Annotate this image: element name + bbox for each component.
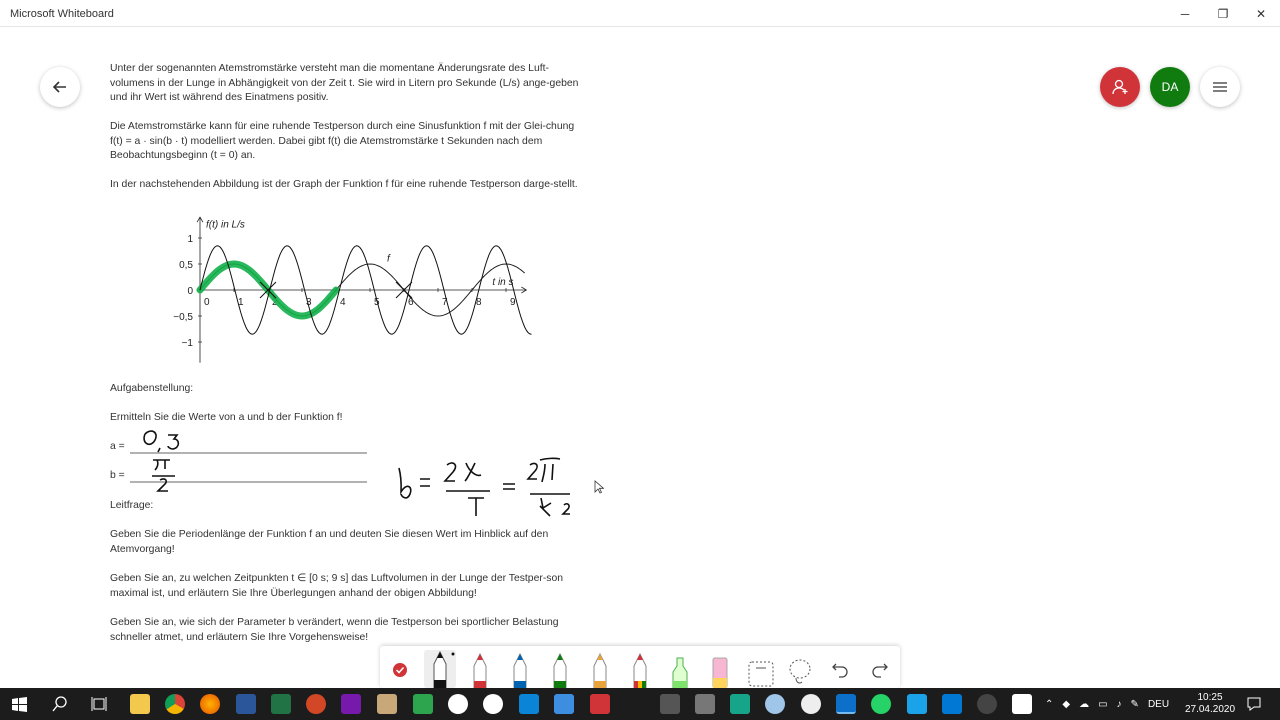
xbox-icon[interactable] <box>801 694 821 714</box>
file-explorer-icon[interactable] <box>130 694 150 714</box>
network-icon[interactable]: ▭ <box>1098 699 1107 710</box>
y-tick-label: 0 <box>187 286 193 297</box>
whiteboard-taskbar-icon[interactable] <box>836 694 856 714</box>
whatsapp-icon[interactable] <box>871 694 891 714</box>
rainbow-pen-tool[interactable] <box>624 650 656 689</box>
word-icon[interactable] <box>236 694 256 714</box>
y-axis-label: f(t) in L/s <box>206 220 245 231</box>
undo-button[interactable] <box>824 650 856 688</box>
search-icon[interactable] <box>52 696 68 712</box>
windows-taskbar: ⌃ ◆ ☁ ▭ ♪ ✎ DEU 10:25 27.04.2020 <box>0 688 1280 720</box>
cloud-icon[interactable]: ☁ <box>1079 699 1089 710</box>
function-graph: 0 1 2 3 4 5 6 7 8 910,50−0,5−1f(t) in L/st in sf <box>130 216 570 517</box>
orange-pen-tool[interactable] <box>584 650 616 689</box>
ruler-tool[interactable] <box>744 650 776 688</box>
x-tick-label: 4 <box>340 297 346 308</box>
pen-icon[interactable]: ✎ <box>1131 699 1139 710</box>
app-icon-1[interactable] <box>448 694 468 714</box>
app-title: Microsoft Whiteboard <box>10 8 114 20</box>
volume-icon[interactable]: ♪ <box>1117 699 1122 710</box>
window-app-icon[interactable] <box>554 694 574 714</box>
paint-icon[interactable] <box>765 694 785 714</box>
y-tick-label: −0,5 <box>173 312 193 323</box>
outlook-icon[interactable] <box>942 694 962 714</box>
highlighter-tool[interactable] <box>664 650 696 689</box>
dropbox-icon[interactable]: ◆ <box>1062 699 1070 710</box>
blue-pen-tool[interactable] <box>504 650 536 689</box>
black-pen-tool[interactable] <box>424 650 456 689</box>
store-icon[interactable] <box>519 694 539 714</box>
series-label: f <box>387 253 391 264</box>
close-button[interactable]: ✕ <box>1242 0 1280 27</box>
restore-button[interactable]: ❐ <box>1204 0 1242 27</box>
app-icon-3[interactable] <box>907 694 927 714</box>
clock-time: 10:25 <box>1197 692 1223 703</box>
windows-start-icon[interactable] <box>12 697 27 712</box>
redo-button[interactable] <box>864 650 896 688</box>
notification-icon[interactable] <box>1246 696 1262 712</box>
powerpoint-icon[interactable] <box>306 694 326 714</box>
chevron-up-icon[interactable]: ⌃ <box>1045 699 1053 710</box>
red-app-icon[interactable] <box>590 694 610 714</box>
title-bar: Microsoft Whiteboard ─ ❐ ✕ <box>0 0 1280 27</box>
clock-date: 27.04.2020 <box>1184 704 1236 715</box>
cursor-icon <box>594 480 604 494</box>
green-pen-tool[interactable] <box>544 650 576 689</box>
app-icon-2[interactable] <box>483 694 503 714</box>
ink-to-shape-toggle[interactable] <box>388 650 420 688</box>
device-icon[interactable] <box>660 694 680 714</box>
photo-app-icon[interactable] <box>377 694 397 714</box>
app-icon-4[interactable] <box>1012 694 1032 714</box>
lasso-select-tool[interactable] <box>784 650 816 688</box>
green-app-icon[interactable] <box>413 694 433 714</box>
chrome-icon[interactable] <box>165 694 185 714</box>
onenote-icon[interactable] <box>341 694 361 714</box>
handwritten-ink <box>143 430 570 517</box>
excel-icon[interactable] <box>271 694 291 714</box>
y-tick-label: −1 <box>182 338 194 349</box>
whiteboard-canvas[interactable]: DA Unter der sogenannten Atemstromstärke… <box>0 28 1280 688</box>
language-indicator[interactable]: DEU <box>1148 699 1169 710</box>
clock[interactable]: 10:25 27.04.2020 <box>1180 688 1240 720</box>
geogebra-icon[interactable] <box>730 694 750 714</box>
inking-toolbar <box>380 646 900 689</box>
x-tick-label: 9 <box>510 297 516 308</box>
eraser-tool[interactable] <box>704 650 736 689</box>
red-pen-tool[interactable] <box>464 650 496 689</box>
y-tick-label: 0,5 <box>179 260 193 271</box>
firefox-icon[interactable] <box>200 694 220 714</box>
y-tick-label: 1 <box>187 234 193 245</box>
minimize-button[interactable]: ─ <box>1166 0 1204 27</box>
phone-icon[interactable] <box>695 694 715 714</box>
task-view-icon[interactable] <box>91 696 107 712</box>
obs-icon[interactable] <box>977 694 997 714</box>
x-tick-label: 0 <box>204 297 210 308</box>
system-tray[interactable]: ⌃ ◆ ☁ ▭ ♪ ✎ DEU <box>1045 688 1169 720</box>
